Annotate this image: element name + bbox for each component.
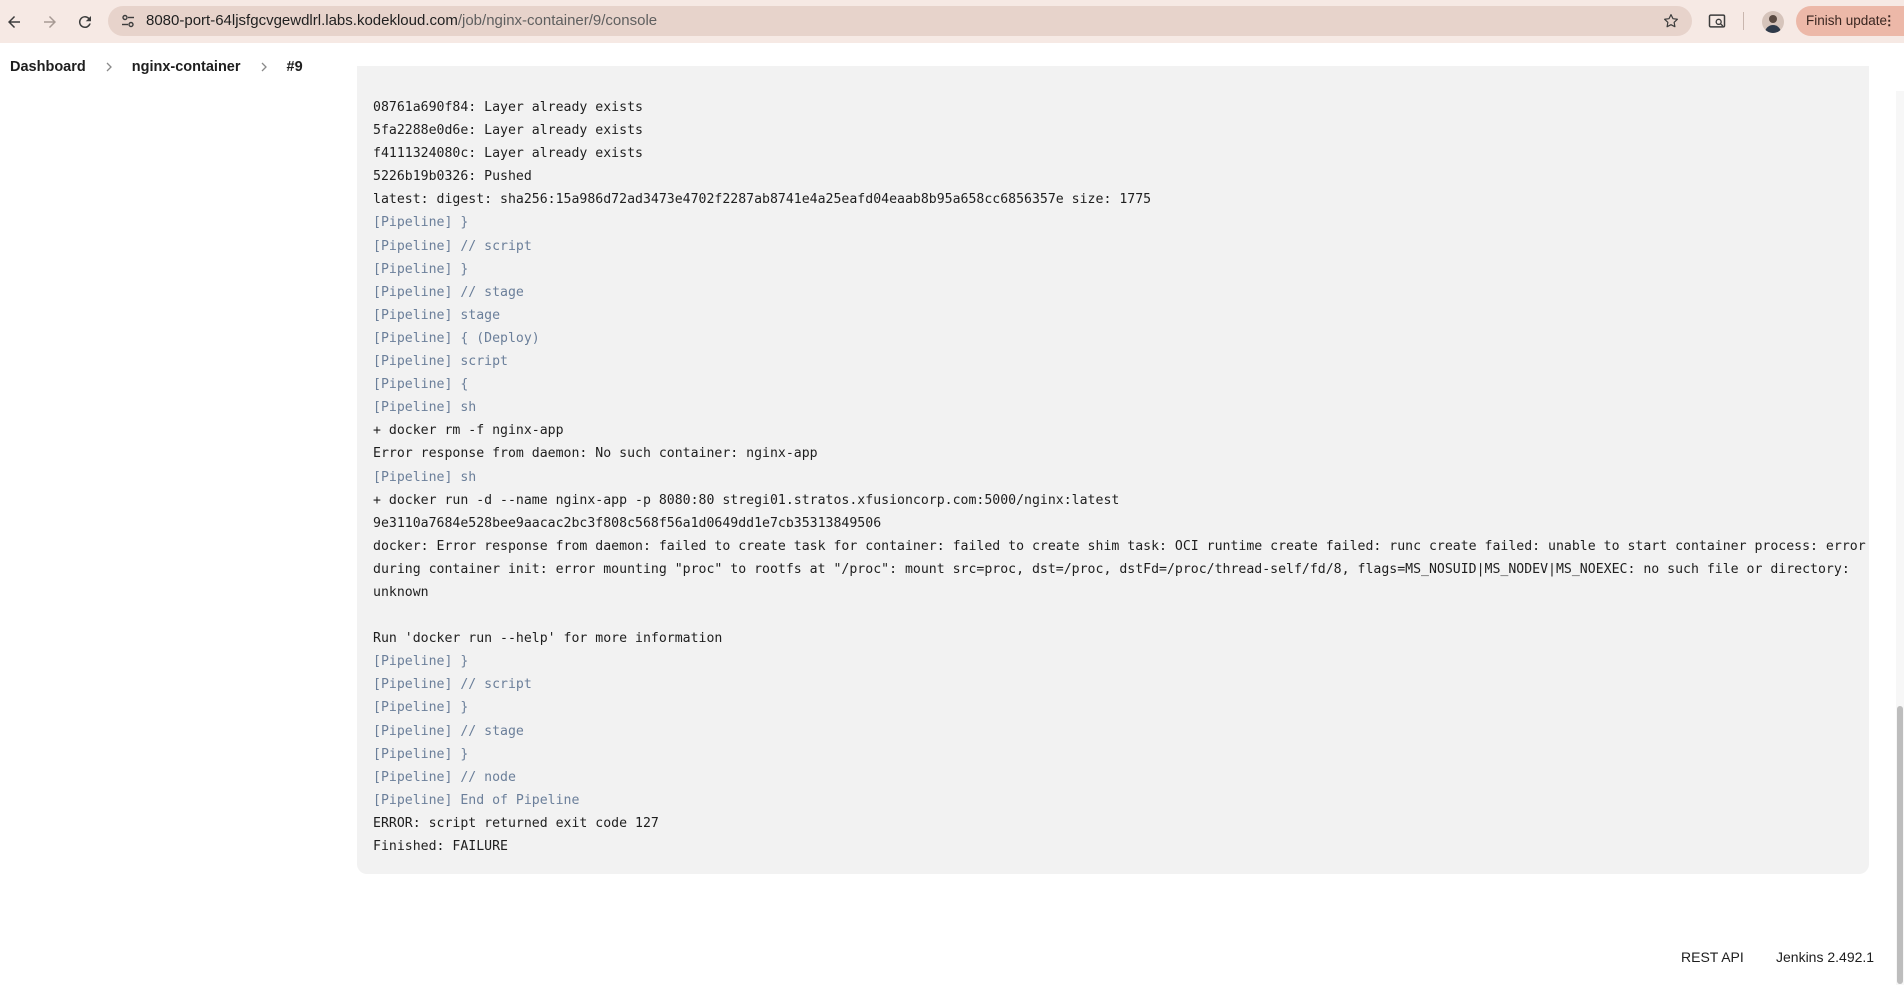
star-icon[interactable] bbox=[1662, 12, 1680, 30]
scrollbar-thumb[interactable] bbox=[1897, 706, 1903, 984]
back-arrow-icon bbox=[8, 16, 20, 28]
console-line: unknown bbox=[373, 584, 429, 600]
url-text[interactable]: 8080-port-64ljsfgcvgewdlrl.labs.kodeklou… bbox=[146, 6, 657, 36]
chevron-right-icon bbox=[100, 58, 118, 76]
console-line: 9e3110a7684e528bee9aacac2bc3f808c568f56a… bbox=[373, 515, 882, 531]
console-line: ERROR: script returned exit code 127 bbox=[373, 815, 659, 831]
console-line: f4111324080c: Layer already exists bbox=[373, 146, 643, 162]
console-line-pipeline: [Pipeline] // script bbox=[373, 238, 532, 254]
console-line-pipeline: [Pipeline] } bbox=[373, 746, 469, 762]
breadcrumb-item-job[interactable]: nginx-container bbox=[132, 59, 241, 75]
console-line: + docker run -d --name nginx-app -p 8080… bbox=[373, 492, 1120, 508]
console-line-pipeline: [Pipeline] { (Deploy) bbox=[373, 330, 540, 346]
back-button[interactable] bbox=[2, 10, 26, 34]
browser-toolbar: 8080-port-64ljsfgcvgewdlrl.labs.kodeklou… bbox=[0, 0, 1904, 43]
console-line: 08761a690f84: Layer already exists bbox=[373, 100, 643, 115]
console-line: 5fa2288e0d6e: Layer already exists bbox=[373, 123, 643, 139]
console-line-pipeline: [Pipeline] End of Pipeline bbox=[373, 792, 580, 808]
console-output: 08761a690f84: Layer already exists 5fa228… bbox=[373, 96, 1866, 858]
url-host: 8080-port-64ljsfgcvgewdlrl.labs.kodeklou… bbox=[146, 12, 458, 29]
forward-arrow-icon bbox=[44, 16, 56, 28]
console-line: 5226b19b0326: Pushed bbox=[373, 169, 532, 185]
avatar[interactable] bbox=[1762, 11, 1784, 33]
console-line-pipeline: [Pipeline] sh bbox=[373, 400, 477, 416]
console-line-pipeline: [Pipeline] } bbox=[373, 654, 469, 670]
reload-button[interactable] bbox=[73, 10, 97, 34]
finish-update-label: Finish update bbox=[1806, 13, 1888, 28]
console-line-pipeline: [Pipeline] { bbox=[373, 377, 469, 393]
console-line-pipeline: [Pipeline] // script bbox=[373, 677, 532, 693]
console-line-pipeline: [Pipeline] // node bbox=[373, 769, 516, 785]
console-line: Run 'docker run --help' for more informa… bbox=[373, 631, 723, 647]
more-vert-icon[interactable]: ⋮ bbox=[1883, 6, 1897, 36]
jenkins-version-link[interactable]: Jenkins 2.492.1 bbox=[1776, 949, 1874, 965]
tab-search-icon[interactable] bbox=[1707, 11, 1727, 31]
console-line-pipeline: [Pipeline] // stage bbox=[373, 284, 524, 300]
finish-update-button[interactable]: Finish update ⋮ bbox=[1796, 6, 1904, 36]
console-line-pipeline: [Pipeline] stage bbox=[373, 307, 501, 323]
console-line: latest: digest: sha256:15a986d72ad3473e4… bbox=[373, 192, 1152, 208]
rest-api-link[interactable]: REST API bbox=[1681, 949, 1744, 965]
url-path: /job/nginx-container/9/console bbox=[457, 12, 658, 29]
toolbar-divider bbox=[1743, 12, 1744, 30]
reload-icon bbox=[78, 16, 91, 29]
console-line-pipeline: [Pipeline] } bbox=[373, 215, 469, 231]
breadcrumb-item-dashboard[interactable]: Dashboard bbox=[10, 59, 86, 75]
console-line: Finished: FAILURE bbox=[373, 839, 508, 854]
tune-icon[interactable] bbox=[120, 13, 136, 29]
console-line: + docker rm -f nginx-app bbox=[373, 423, 564, 439]
chevron-right-icon bbox=[255, 58, 273, 76]
breadcrumb-item-build[interactable]: #9 bbox=[287, 59, 303, 75]
console-line-pipeline: [Pipeline] script bbox=[373, 354, 508, 370]
forward-button[interactable] bbox=[38, 10, 62, 34]
address-bar[interactable]: 8080-port-64ljsfgcvgewdlrl.labs.kodeklou… bbox=[108, 6, 1692, 36]
console-line-pipeline: [Pipeline] // stage bbox=[373, 723, 524, 739]
console-line-pipeline: [Pipeline] sh bbox=[373, 469, 477, 485]
breadcrumb: Dashboard nginx-container #9 bbox=[10, 43, 303, 91]
console-line: Error response from daemon: No such cont… bbox=[373, 446, 818, 462]
profile-icon bbox=[1765, 15, 1781, 33]
console-line-pipeline: [Pipeline] } bbox=[373, 261, 469, 277]
console-line: during container init: error mounting "p… bbox=[373, 561, 1850, 577]
console-line-pipeline: [Pipeline] } bbox=[373, 700, 469, 716]
console-line: docker: Error response from daemon: fail… bbox=[373, 538, 1866, 554]
